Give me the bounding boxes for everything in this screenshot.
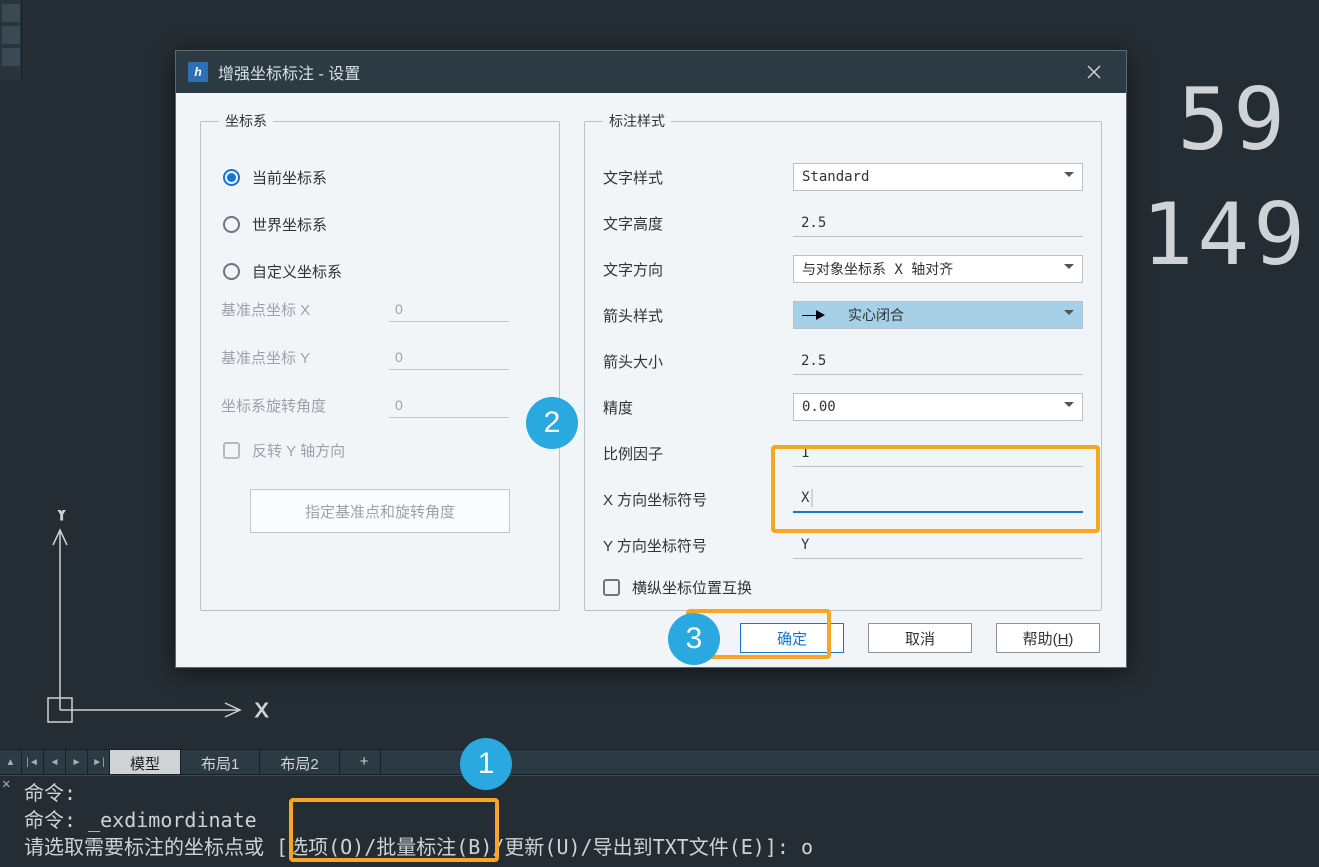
tab-nav-prev[interactable]: ◄	[44, 750, 66, 774]
checkbox-icon	[223, 442, 240, 459]
checkbox-label: 反转 Y 轴方向	[252, 440, 345, 461]
x-symbol-input[interactable]: X	[793, 485, 1083, 513]
tab-nav-next[interactable]: ►	[66, 750, 88, 774]
arrow-size-input[interactable]: 2.5	[793, 347, 1083, 375]
pick-base-button: 指定基准点和旋转角度	[250, 489, 510, 533]
text-dir-select[interactable]: 与对象坐标系 X 轴对齐	[793, 255, 1083, 283]
coord-system-legend: 坐标系	[219, 111, 273, 131]
tab-nav-up[interactable]: ▲	[0, 750, 22, 774]
y-symbol-input[interactable]: Y	[793, 531, 1083, 559]
base-x-input	[389, 296, 509, 322]
precision-select[interactable]: 0.00	[793, 393, 1083, 421]
cmd-history-line: 命令:	[24, 780, 1313, 807]
help-button[interactable]: 帮助(H)	[996, 623, 1100, 653]
bg-number: 149	[1142, 185, 1309, 285]
radio-label: 世界坐标系	[252, 214, 327, 235]
radio-world-cs[interactable]: 世界坐标系	[223, 214, 541, 235]
layout-tabs: ▲ |◄ ◄ ► ►| 模型 布局1 布局2 +	[0, 749, 1319, 775]
x-symbol-label: X 方向坐标符号	[603, 489, 793, 510]
rotation-label: 坐标系旋转角度	[221, 395, 361, 416]
cmd-prompt-line[interactable]: 请选取需要标注的坐标点或 [选项(O)/批量标注(B)/更新(U)/导出到TXT…	[24, 834, 1313, 861]
ucs-x-label: X	[255, 700, 268, 722]
flip-y-checkbox: 反转 Y 轴方向	[223, 440, 541, 461]
bg-number: 59	[1177, 70, 1289, 170]
scale-label: 比例因子	[603, 443, 793, 464]
arrow-size-label: 箭头大小	[603, 351, 793, 372]
text-height-label: 文字高度	[603, 213, 793, 234]
text-style-label: 文字样式	[603, 167, 793, 188]
base-x-label: 基准点坐标 X	[221, 299, 361, 320]
scale-input[interactable]: 1	[793, 439, 1083, 467]
swap-xy-checkbox[interactable]: 横纵坐标位置互换	[603, 577, 1083, 598]
checkbox-icon	[603, 579, 620, 596]
app-icon: h	[188, 62, 208, 82]
base-y-input	[389, 344, 509, 370]
cmd-close-icon[interactable]: ✕	[2, 776, 18, 792]
tool-icon[interactable]	[2, 26, 20, 44]
radio-label: 自定义坐标系	[252, 261, 342, 282]
dim-style-legend: 标注样式	[603, 111, 671, 131]
rotation-input	[389, 392, 509, 418]
arrow-style-select[interactable]: 实心闭合	[793, 301, 1083, 329]
radio-icon	[223, 216, 240, 233]
tool-icon[interactable]	[2, 4, 20, 22]
text-dir-label: 文字方向	[603, 259, 793, 280]
tab-layout2[interactable]: 布局2	[260, 750, 339, 774]
close-button[interactable]	[1074, 51, 1114, 93]
coord-system-group: 坐标系 当前坐标系 世界坐标系 自定义坐标系 基准点坐标 X 基准点坐标 Y	[200, 111, 560, 611]
cmd-history-line: 命令: _exdimordinate	[24, 807, 1313, 834]
cancel-button[interactable]: 取消	[868, 623, 972, 653]
ok-button[interactable]: 确定	[740, 623, 844, 653]
dialog-titlebar[interactable]: h 增强坐标标注 - 设置	[176, 51, 1126, 93]
dim-style-group: 标注样式 文字样式 Standard 文字高度 2.5 文字方向 与对象坐标系 …	[584, 111, 1102, 611]
radio-icon	[223, 169, 240, 186]
callout-2: 2	[526, 397, 578, 449]
radio-current-cs[interactable]: 当前坐标系	[223, 167, 541, 188]
text-height-input[interactable]: 2.5	[793, 209, 1083, 237]
callout-3: 3	[668, 613, 720, 665]
settings-dialog: h 增强坐标标注 - 设置 坐标系 当前坐标系 世界坐标系 自定义坐标系	[175, 50, 1127, 668]
ucs-y-label: Y	[55, 510, 68, 525]
callout-1: 1	[460, 738, 512, 790]
tab-nav-first[interactable]: |◄	[22, 750, 44, 774]
tool-icon[interactable]	[2, 48, 20, 66]
base-y-label: 基准点坐标 Y	[221, 347, 361, 368]
arrow-style-label: 箭头样式	[603, 305, 793, 326]
tab-add[interactable]: +	[340, 750, 381, 774]
tab-layout1[interactable]: 布局1	[181, 750, 260, 774]
radio-custom-cs[interactable]: 自定义坐标系	[223, 261, 541, 282]
radio-label: 当前坐标系	[252, 167, 327, 188]
close-icon	[1086, 64, 1102, 80]
left-toolbar	[0, 0, 22, 80]
dialog-title: 增强坐标标注 - 设置	[218, 60, 360, 84]
radio-icon	[223, 263, 240, 280]
y-symbol-label: Y 方向坐标符号	[603, 535, 793, 556]
command-panel: ✕ 命令: 命令: _exdimordinate 请选取需要标注的坐标点或 [选…	[0, 775, 1319, 867]
arrow-icon	[816, 310, 830, 320]
checkbox-label: 横纵坐标位置互换	[632, 577, 752, 598]
dialog-buttons: 确定 取消 帮助(H)	[740, 623, 1100, 653]
tab-model[interactable]: 模型	[110, 750, 181, 774]
precision-label: 精度	[603, 397, 793, 418]
tab-nav-last[interactable]: ►|	[88, 750, 110, 774]
text-style-select[interactable]: Standard	[793, 163, 1083, 191]
